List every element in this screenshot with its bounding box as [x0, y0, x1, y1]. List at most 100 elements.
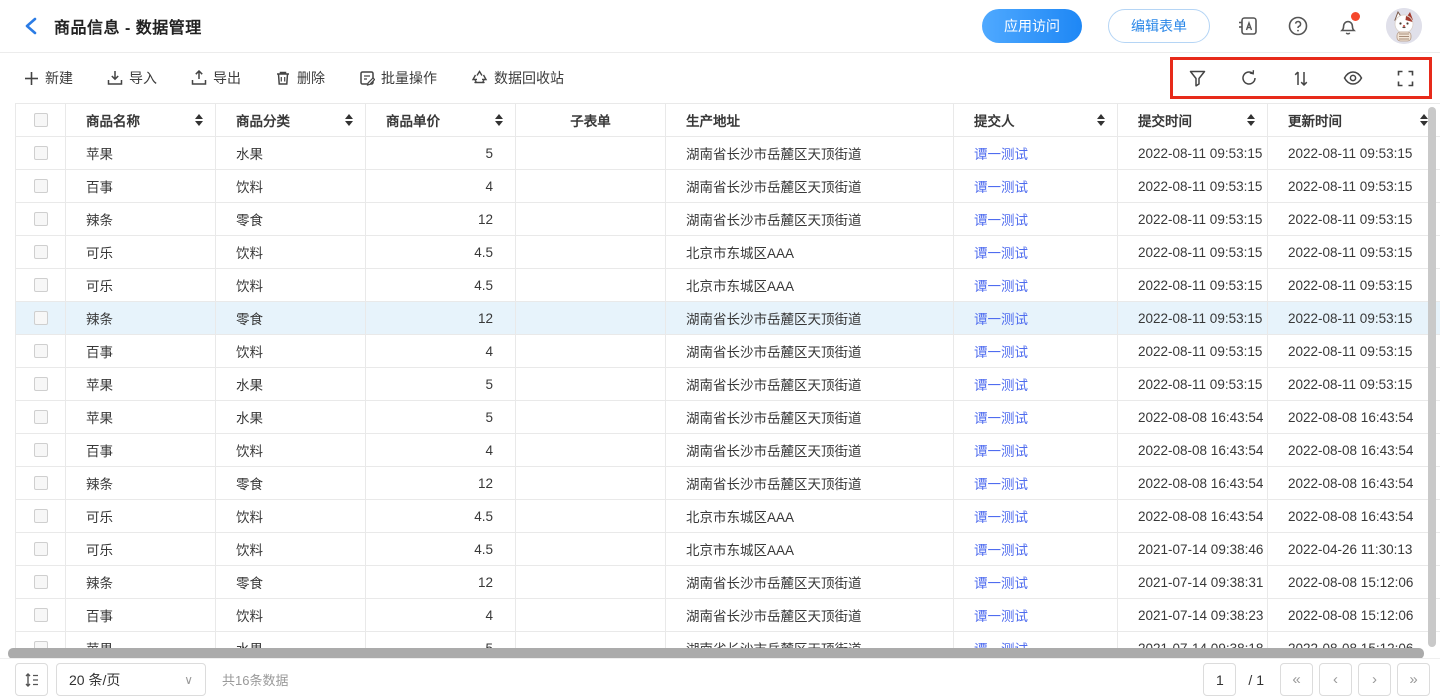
first-page-button[interactable]: « — [1280, 663, 1313, 696]
table-row[interactable]: 百事饮料4湖南省长沙市岳麓区天顶街道谭一测试2022-08-11 09:53:1… — [16, 170, 1440, 203]
row-checkbox[interactable] — [34, 443, 48, 457]
table-row[interactable]: 辣条零食12湖南省长沙市岳麓区天顶街道谭一测试2022-08-08 16:43:… — [16, 467, 1440, 500]
row-select-cell[interactable] — [16, 368, 66, 400]
submitter-link[interactable]: 谭一测试 — [974, 506, 1028, 526]
submitter-link[interactable]: 谭一测试 — [974, 341, 1028, 361]
row-select-cell[interactable] — [16, 566, 66, 598]
row-checkbox[interactable] — [34, 245, 48, 259]
submitter-link[interactable]: 谭一测试 — [974, 242, 1028, 262]
horizontal-scrollbar[interactable] — [8, 648, 1424, 658]
fullscreen-icon[interactable] — [1395, 68, 1415, 88]
row-checkbox[interactable] — [34, 476, 48, 490]
row-select-cell[interactable] — [16, 467, 66, 499]
row-select-cell[interactable] — [16, 236, 66, 268]
edit-form-button[interactable]: 编辑表单 — [1108, 9, 1210, 43]
row-select-cell[interactable] — [16, 269, 66, 301]
row-checkbox[interactable] — [34, 311, 48, 325]
batch-operations-button[interactable]: 批量操作 — [359, 68, 437, 88]
submitter-link[interactable]: 谭一测试 — [974, 374, 1028, 394]
row-select-cell[interactable] — [16, 170, 66, 202]
sort-arrows-icon[interactable] — [487, 114, 503, 126]
table-row[interactable]: 可乐饮料4.5北京市东城区AAA谭一测试2022-08-11 09:53:152… — [16, 236, 1440, 269]
row-select-cell[interactable] — [16, 500, 66, 532]
submitter-link[interactable]: 谭一测试 — [974, 539, 1028, 559]
row-checkbox[interactable] — [34, 509, 48, 523]
submitter-link[interactable]: 谭一测试 — [974, 473, 1028, 493]
visibility-icon[interactable] — [1343, 68, 1363, 88]
create-button[interactable]: 新建 — [24, 68, 73, 88]
submitter-link[interactable]: 谭一测试 — [974, 275, 1028, 295]
table-row[interactable]: 苹果水果5湖南省长沙市岳麓区天顶街道谭一测试2022-08-11 09:53:1… — [16, 137, 1440, 170]
row-checkbox[interactable] — [34, 146, 48, 160]
table-row[interactable]: 百事饮料4湖南省长沙市岳麓区天顶街道谭一测试2021-07-14 09:38:2… — [16, 599, 1440, 632]
help-icon[interactable] — [1286, 14, 1310, 38]
submitter-link[interactable]: 谭一测试 — [974, 176, 1028, 196]
table-row[interactable]: 可乐饮料4.5北京市东城区AAA谭一测试2022-08-11 09:53:152… — [16, 269, 1440, 302]
user-avatar[interactable] — [1386, 8, 1422, 44]
sort-icon[interactable] — [1291, 68, 1311, 88]
row-checkbox[interactable] — [34, 575, 48, 589]
contacts-icon[interactable] — [1236, 14, 1260, 38]
column-header[interactable]: 商品单价 — [366, 104, 516, 136]
app-access-button[interactable]: 应用访问 — [982, 9, 1082, 43]
column-header[interactable]: 更新时间 — [1268, 104, 1440, 136]
row-checkbox[interactable] — [34, 542, 48, 556]
table-row[interactable]: 辣条零食12湖南省长沙市岳麓区天顶街道谭一测试2021-07-14 09:38:… — [16, 566, 1440, 599]
prev-page-button[interactable]: ‹ — [1319, 663, 1352, 696]
sort-arrows-icon[interactable] — [337, 114, 353, 126]
submitter-link[interactable]: 谭一测试 — [974, 143, 1028, 163]
row-checkbox[interactable] — [34, 410, 48, 424]
next-page-button[interactable]: › — [1358, 663, 1391, 696]
sort-arrows-icon[interactable] — [1412, 114, 1428, 126]
page-size-select[interactable]: 20 条/页 ∨ — [56, 663, 206, 696]
row-select-cell[interactable] — [16, 401, 66, 433]
sort-arrows-icon[interactable] — [187, 114, 203, 126]
select-all-cell[interactable] — [16, 104, 66, 136]
submitter-link[interactable]: 谭一测试 — [974, 440, 1028, 460]
submitter-link[interactable]: 谭一测试 — [974, 308, 1028, 328]
row-select-cell[interactable] — [16, 335, 66, 367]
row-select-cell[interactable] — [16, 434, 66, 466]
table-row[interactable]: 苹果水果5湖南省长沙市岳麓区天顶街道谭一测试2022-08-11 09:53:1… — [16, 368, 1440, 401]
back-button[interactable] — [20, 15, 42, 37]
row-select-cell[interactable] — [16, 203, 66, 235]
row-checkbox[interactable] — [34, 344, 48, 358]
row-select-cell[interactable] — [16, 533, 66, 565]
row-select-cell[interactable] — [16, 137, 66, 169]
sort-arrows-icon[interactable] — [1089, 114, 1105, 126]
row-checkbox[interactable] — [34, 278, 48, 292]
sort-arrows-icon[interactable] — [1239, 114, 1255, 126]
last-page-button[interactable]: » — [1397, 663, 1430, 696]
row-checkbox[interactable] — [34, 377, 48, 391]
table-row[interactable]: 百事饮料4湖南省长沙市岳麓区天顶街道谭一测试2022-08-08 16:43:5… — [16, 434, 1440, 467]
row-select-cell[interactable] — [16, 302, 66, 334]
filter-icon[interactable] — [1187, 68, 1207, 88]
row-checkbox[interactable] — [34, 212, 48, 226]
page-number-input[interactable] — [1203, 663, 1236, 696]
table-row[interactable]: 辣条零食12湖南省长沙市岳麓区天顶街道谭一测试2022-08-11 09:53:… — [16, 302, 1440, 335]
select-all-checkbox[interactable] — [34, 113, 48, 127]
row-checkbox[interactable] — [34, 179, 48, 193]
table-row[interactable]: 苹果水果5湖南省长沙市岳麓区天顶街道谭一测试2022-08-08 16:43:5… — [16, 401, 1440, 434]
row-select-cell[interactable] — [16, 599, 66, 631]
column-header[interactable]: 提交时间 — [1118, 104, 1268, 136]
refresh-icon[interactable] — [1239, 68, 1259, 88]
submitter-link[interactable]: 谭一测试 — [974, 407, 1028, 427]
export-button[interactable]: 导出 — [191, 68, 241, 88]
notification-bell-icon[interactable] — [1336, 14, 1360, 38]
import-button[interactable]: 导入 — [107, 68, 157, 88]
submitter-link[interactable]: 谭一测试 — [974, 605, 1028, 625]
table-row[interactable]: 百事饮料4湖南省长沙市岳麓区天顶街道谭一测试2022-08-11 09:53:1… — [16, 335, 1440, 368]
column-header[interactable]: 商品名称 — [66, 104, 216, 136]
column-header[interactable]: 商品分类 — [216, 104, 366, 136]
row-checkbox[interactable] — [34, 608, 48, 622]
table-row[interactable]: 辣条零食12湖南省长沙市岳麓区天顶街道谭一测试2022-08-11 09:53:… — [16, 203, 1440, 236]
table-row[interactable]: 可乐饮料4.5北京市东城区AAA谭一测试2022-08-08 16:43:542… — [16, 500, 1440, 533]
vertical-scrollbar[interactable] — [1428, 107, 1436, 647]
recycle-bin-button[interactable]: 数据回收站 — [471, 68, 564, 88]
row-height-button[interactable] — [15, 663, 48, 696]
delete-button[interactable]: 删除 — [275, 68, 325, 88]
submitter-link[interactable]: 谭一测试 — [974, 209, 1028, 229]
column-header[interactable]: 提交人 — [954, 104, 1118, 136]
submitter-link[interactable]: 谭一测试 — [974, 572, 1028, 592]
